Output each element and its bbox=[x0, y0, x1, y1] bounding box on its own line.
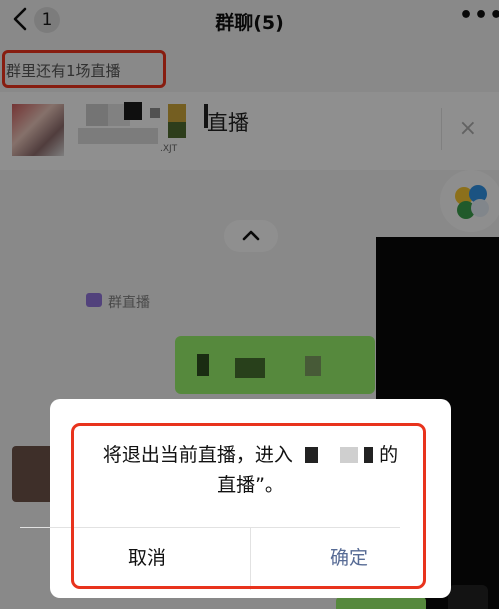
annotation-highlight-box bbox=[71, 423, 426, 589]
